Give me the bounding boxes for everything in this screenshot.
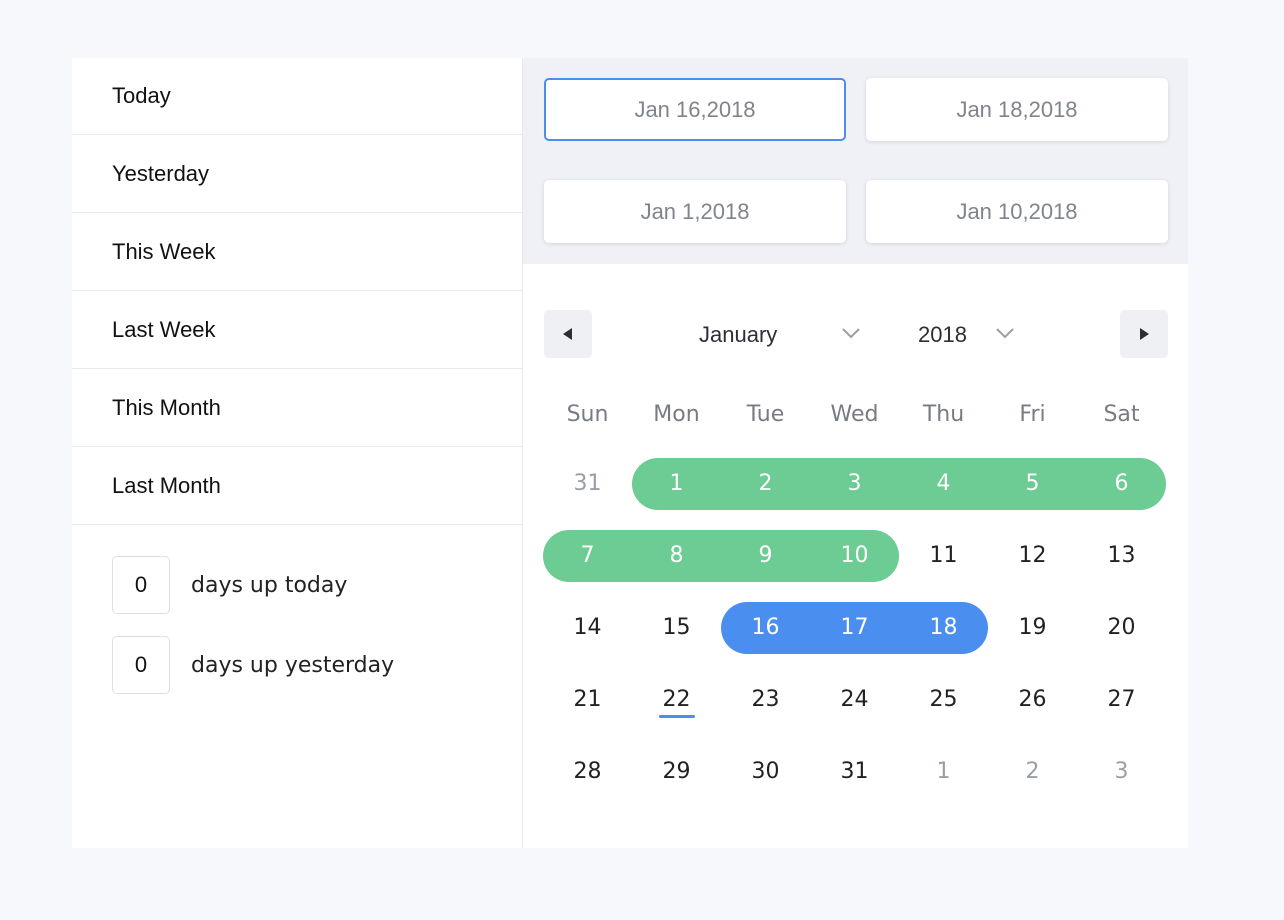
days-up-yesterday-row: 0 days up yesterday <box>112 635 522 695</box>
days-up-today-input[interactable]: 0 <box>112 556 170 614</box>
days-up-today-row: 0 days up today <box>112 555 522 615</box>
calendar-day[interactable]: 30 <box>721 746 810 798</box>
weekday-thu: Thu <box>922 402 965 427</box>
calendar-day[interactable]: 24 <box>810 674 899 726</box>
date-range-picker: Today Yesterday This Week Last Week This… <box>72 58 1188 848</box>
calendar-day[interactable]: 31 <box>810 746 899 798</box>
chevron-down-icon[interactable] <box>995 326 1015 340</box>
calendar-day-today[interactable]: 22 <box>632 674 721 726</box>
calendar-day[interactable]: 20 <box>1077 602 1166 654</box>
calendar-day[interactable]: 26 <box>988 674 1077 726</box>
preset-last-week[interactable]: Last Week <box>72 291 522 369</box>
today-indicator <box>658 715 695 718</box>
month-select[interactable]: January <box>699 322 777 348</box>
calendar-day[interactable]: 17 <box>810 602 899 654</box>
calendar-day[interactable]: 19 <box>988 602 1077 654</box>
preset-this-month[interactable]: This Month <box>72 369 522 447</box>
calendar-day[interactable]: 25 <box>899 674 988 726</box>
compare-end-date-field[interactable]: Jan 10,2018 <box>866 180 1168 243</box>
preset-this-week[interactable]: This Week <box>72 213 522 291</box>
date-inputs-area: Jan 16,2018 Jan 18,2018 Jan 1,2018 Jan 1… <box>523 58 1188 264</box>
calendar-day[interactable]: 10 <box>810 530 899 582</box>
calendar-day[interactable]: 4 <box>899 458 988 510</box>
calendar-day-outside-month[interactable]: 2 <box>988 746 1077 798</box>
days-up-yesterday-label: days up yesterday <box>191 652 395 678</box>
calendar-day[interactable]: 3 <box>810 458 899 510</box>
calendar-day[interactable]: 2 <box>721 458 810 510</box>
days-up-today-label: days up today <box>191 572 348 598</box>
weekday-tue: Tue <box>746 402 785 427</box>
start-date-field[interactable]: Jan 16,2018 <box>544 78 846 141</box>
chevron-down-icon[interactable] <box>841 326 861 340</box>
calendar-day[interactable]: 7 <box>543 530 632 582</box>
calendar-day[interactable]: 14 <box>543 602 632 654</box>
calendar-day[interactable]: 8 <box>632 530 721 582</box>
preset-yesterday[interactable]: Yesterday <box>72 135 522 213</box>
calendar-day-outside-month[interactable]: 1 <box>899 746 988 798</box>
calendar-day[interactable]: 27 <box>1077 674 1166 726</box>
calendar-day[interactable]: 6 <box>1077 458 1166 510</box>
compare-start-date-field[interactable]: Jan 1,2018 <box>544 180 846 243</box>
calendar-day[interactable]: 29 <box>632 746 721 798</box>
calendar-day[interactable]: 16 <box>721 602 810 654</box>
calendar-day[interactable]: 12 <box>988 530 1077 582</box>
weekday-fri: Fri <box>1019 402 1046 427</box>
preset-list: Today Yesterday This Week Last Week This… <box>72 58 523 848</box>
preset-last-month[interactable]: Last Month <box>72 447 522 525</box>
weekday-sun: Sun <box>566 402 609 427</box>
calendar-day[interactable]: 9 <box>721 530 810 582</box>
prev-month-button[interactable] <box>544 310 592 358</box>
days-up-yesterday-input[interactable]: 0 <box>112 636 170 694</box>
calendar-day-outside-month[interactable]: 31 <box>543 458 632 510</box>
caret-left-icon <box>563 328 572 340</box>
weekday-mon: Mon <box>653 402 700 427</box>
preset-today[interactable]: Today <box>72 58 522 135</box>
end-date-field[interactable]: Jan 18,2018 <box>866 78 1168 141</box>
next-month-button[interactable] <box>1120 310 1168 358</box>
calendar-day[interactable]: 1 <box>632 458 721 510</box>
calendar-day[interactable]: 21 <box>543 674 632 726</box>
calendar-day-outside-month[interactable]: 3 <box>1077 746 1166 798</box>
calendar-day[interactable]: 11 <box>899 530 988 582</box>
year-select[interactable]: 2018 <box>918 322 967 348</box>
weekday-wed: Wed <box>830 402 879 427</box>
calendar-day[interactable]: 28 <box>543 746 632 798</box>
calendar-day[interactable]: 23 <box>721 674 810 726</box>
caret-right-icon <box>1140 328 1149 340</box>
calendar-day[interactable]: 13 <box>1077 530 1166 582</box>
calendar-day[interactable]: 18 <box>899 602 988 654</box>
calendar-day[interactable]: 5 <box>988 458 1077 510</box>
calendar-day[interactable]: 15 <box>632 602 721 654</box>
weekday-sat: Sat <box>1103 402 1140 427</box>
calendar-panel: Jan 16,2018 Jan 18,2018 Jan 1,2018 Jan 1… <box>523 58 1188 848</box>
